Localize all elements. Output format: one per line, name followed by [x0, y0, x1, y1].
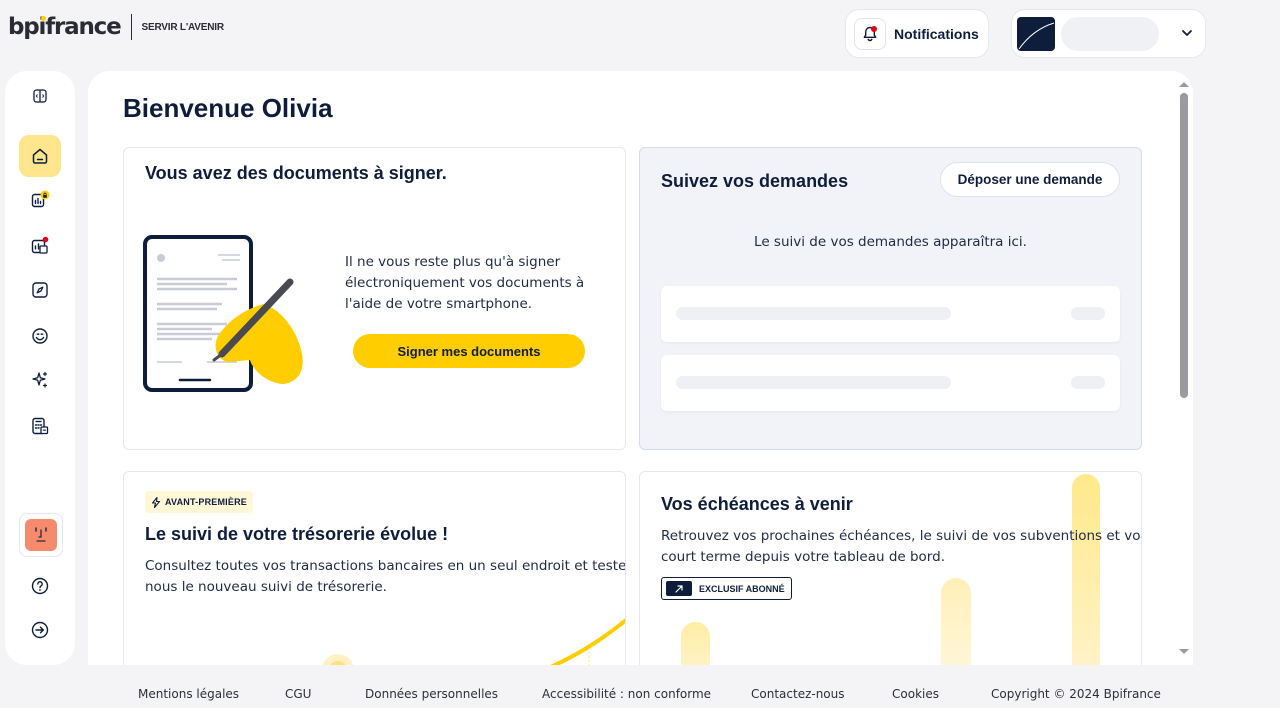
help-icon — [31, 577, 49, 595]
sign-documents-card: Vous avez des documents à signer. Il ne … — [123, 147, 626, 450]
logo-tagline: SERVIR L'AVENIR — [141, 21, 225, 33]
sidebar-toggle-button[interactable] — [19, 75, 61, 117]
page-title: Bienvenue Olivia — [123, 93, 333, 123]
subscriber-exclusive-badge: EXCLUSIF ABONNÉ — [661, 577, 792, 600]
footer-link-accessibility[interactable]: Accessibilité : non conforme — [542, 687, 711, 701]
footer-link-contact[interactable]: Contactez-nous — [751, 687, 845, 701]
calculator-icon — [32, 417, 49, 435]
home-icon — [32, 148, 48, 164]
placeholder-bar — [676, 376, 951, 389]
user-avatar[interactable] — [19, 513, 63, 557]
placeholder-bar — [1071, 307, 1105, 320]
footer-link-cgu[interactable]: CGU — [285, 687, 311, 701]
preview-badge: AVANT-PREMIÈRE — [145, 491, 253, 513]
notifications-label: Notifications — [894, 25, 979, 42]
sign-documents-button[interactable]: Signer mes documents — [353, 334, 585, 368]
avatar-face-icon — [25, 519, 57, 551]
track-requests-card: Suivez vos demandes Déposer une demande … — [639, 147, 1142, 450]
chart-alert-icon — [31, 236, 49, 254]
decorative-pill — [941, 578, 971, 665]
chevron-down-icon — [1182, 30, 1192, 36]
logo-wordmark: bpifrance — [8, 14, 122, 40]
sidebar-item-explore[interactable] — [19, 269, 61, 311]
help-button[interactable] — [19, 565, 61, 607]
sidebar-toggle-icon — [33, 89, 47, 103]
sidebar-item-simulators[interactable] — [19, 405, 61, 447]
decorative-pill — [681, 622, 710, 665]
placeholder-bar — [1071, 376, 1105, 389]
footer-link-cookies[interactable]: Cookies — [892, 687, 939, 701]
footer-link-privacy[interactable]: Données personnelles — [365, 687, 498, 701]
logo-separator — [130, 14, 132, 40]
company-logo — [1017, 16, 1055, 51]
deadlines-card-text-1: Retrouvez vos prochaines échéances, le s… — [661, 528, 1142, 544]
sidebar-item-finances[interactable] — [19, 179, 61, 221]
chart-lock-icon — [31, 190, 50, 208]
sparkles-icon — [32, 371, 48, 388]
sign-card-title: Vous avez des documents à signer. — [145, 163, 447, 183]
compass-icon — [32, 282, 48, 298]
smile-icon — [32, 328, 48, 344]
sidebar-item-ai[interactable] — [19, 359, 61, 401]
sidebar-item-home[interactable] — [19, 135, 61, 177]
treasury-card-text-2: nous le nouveau suivi de trésorerie. — [145, 579, 387, 595]
notifications-button[interactable]: Notifications — [845, 9, 989, 58]
treasury-card-title: Le suivi de votre trésorerie évolue ! — [145, 524, 449, 544]
subscriber-exclusive-label: EXCLUSIF ABONNÉ — [699, 583, 785, 594]
tablet-signature-illustration — [143, 235, 303, 392]
deadlines-card-text-2: court terme depuis votre tableau de bord… — [661, 549, 945, 565]
request-placeholder-row — [661, 355, 1120, 411]
scroll-up-arrow[interactable] — [1178, 80, 1190, 88]
bell-icon — [854, 17, 886, 50]
sign-card-text-3: l'aide de votre smartphone. — [345, 296, 533, 312]
bpifrance-logo[interactable]: bpifrance SERVIR L'AVENIR — [8, 14, 224, 40]
sidebar — [5, 71, 75, 665]
deadlines-card: Vos échéances à venir Retrouvez vos proc… — [639, 471, 1142, 665]
track-card-title: Suivez vos demandes — [661, 171, 849, 191]
account-name-placeholder — [1061, 16, 1159, 51]
sidebar-item-support[interactable] — [19, 315, 61, 357]
lightning-icon — [151, 496, 161, 508]
request-placeholder-row — [661, 286, 1120, 342]
submit-request-button[interactable]: Déposer une demande — [940, 162, 1120, 197]
main-content: Bienvenue Olivia Vous avez des documents… — [88, 71, 1193, 665]
footer-link-legal[interactable]: Mentions légales — [138, 687, 239, 701]
sign-card-text-2: électroniquement vos documents à — [345, 275, 585, 291]
decorative-pill — [1072, 474, 1100, 665]
treasury-card-text-1: Consultez toutes vos transactions bancai… — [145, 558, 626, 574]
treasury-chart-illustration — [322, 618, 625, 665]
sign-card-text-1: Il ne vous reste plus qu'à signer — [345, 254, 561, 270]
footer-copyright: Copyright © 2024 Bpifrance — [991, 687, 1161, 701]
scrollbar-thumb[interactable] — [1180, 93, 1188, 398]
track-empty-text: Le suivi de vos demandes apparaîtra ici. — [754, 234, 1027, 250]
deadlines-card-title: Vos échéances à venir — [661, 494, 853, 514]
scroll-down-arrow[interactable] — [1178, 648, 1190, 656]
placeholder-bar — [676, 307, 951, 320]
logout-icon — [31, 621, 49, 639]
footer: Mentions légales CGU Données personnelle… — [0, 680, 1280, 708]
treasury-card: AVANT-PREMIÈRE Le suivi de votre trésore… — [123, 471, 626, 665]
preview-badge-label: AVANT-PREMIÈRE — [165, 497, 247, 507]
account-menu-button[interactable] — [1011, 9, 1206, 58]
logout-button[interactable] — [19, 609, 61, 651]
arrow-up-right-icon — [666, 581, 692, 596]
sidebar-item-dashboard[interactable] — [19, 225, 61, 267]
